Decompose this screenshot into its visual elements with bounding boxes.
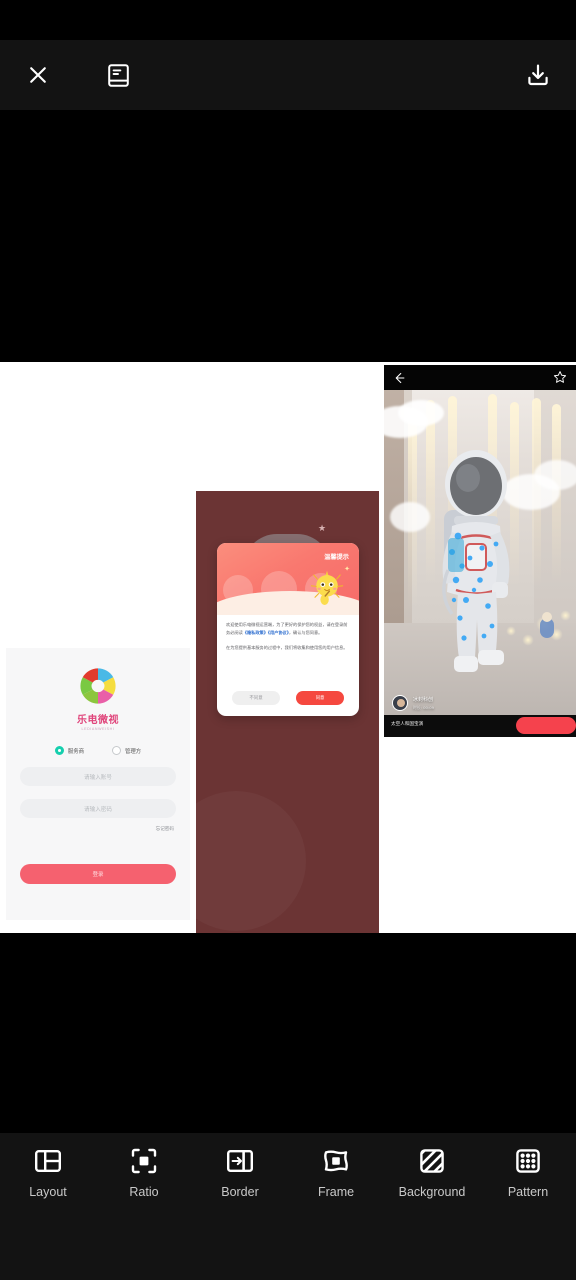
app-logo: 乐电微视 LEDIANWEISHI [6, 664, 190, 731]
mascot-character-icon [309, 567, 345, 607]
disagree-button[interactable]: 不同意 [232, 691, 280, 705]
dialog-paragraph-1: 欢迎使用乐电微视运营端，为了更好的保护您的权益，请在登录前务必阅读《隐私政策》《… [226, 621, 350, 637]
radio-label: 管理方 [125, 748, 142, 755]
download-save-icon [526, 63, 550, 87]
star-decoration-icon: ★ [318, 523, 327, 533]
dialog-body: 欢迎使用乐电微视运营端，为了更好的保护您的权益，请在登录前务必阅读《隐私政策》《… [226, 621, 350, 651]
dialog-header-illustration: 温馨提示 ✦ [217, 543, 359, 615]
video-top-bar [384, 365, 576, 390]
tool-frame[interactable]: Frame [288, 1146, 384, 1199]
video-username: 冰封科创 [413, 696, 434, 703]
back-arrow-icon[interactable] [392, 371, 406, 385]
radio-label: 服务商 [67, 748, 84, 755]
video-duration: 时长: 00:09 [413, 704, 435, 710]
collage-canvas[interactable]: 乐电微视 LEDIANWEISHI 服务商 管理方 请输入账号 请输入密码 忘记… [0, 362, 576, 933]
radio-service-provider[interactable]: 服务商 [54, 746, 84, 755]
frame-icon [321, 1146, 351, 1176]
pattern-grid-icon [513, 1146, 543, 1176]
privacy-dialog: 温馨提示 ✦ 欢迎使用乐电微视运营端，为了更好的保护您的权益，请在登录前务必阅读… [217, 543, 359, 716]
dialog-title: 温馨提示 [324, 554, 349, 561]
video-author[interactable]: 冰封科创 时长: 00:09 [392, 695, 434, 711]
ratio-crop-icon [129, 1146, 159, 1176]
save-button[interactable] [516, 53, 560, 97]
video-caption: 太空人和国宝演 [391, 722, 424, 727]
astronaut-figure [430, 440, 522, 690]
top-toolbar [0, 40, 576, 110]
collage-cell-video[interactable]: 冰封科创 时长: 00:09 太空人和国宝演 [384, 365, 576, 737]
account-type-radio-group: 服务商 管理方 [6, 746, 190, 755]
status-bar [0, 0, 576, 40]
bottom-toolbar: Layout Ratio Border Frame Background Pat… [0, 1133, 576, 1280]
dialog-text-post: ，确认与您同意。 [288, 629, 323, 635]
tool-label: Layout [29, 1185, 67, 1199]
template-button[interactable] [96, 53, 140, 97]
tool-list: Layout Ratio Border Frame Background Pat… [0, 1146, 576, 1199]
border-icon [225, 1146, 255, 1176]
account-input[interactable]: 请输入账号 [20, 767, 176, 786]
tool-pattern[interactable]: Pattern [480, 1146, 576, 1199]
dialog-paragraph-2: 在为您提供基本服务的过程中，我们将收集和使用您的用户信息。 [226, 644, 348, 650]
video-bottom-bar: 太空人和国宝演 [384, 715, 576, 737]
tool-label: Frame [317, 1185, 355, 1199]
sparkle-icon: ✦ [344, 566, 350, 573]
layout-icon [33, 1146, 63, 1176]
book-template-icon [107, 63, 129, 87]
video-frame[interactable] [384, 390, 576, 715]
dialog-actions: 不同意 同意 [217, 691, 359, 705]
logo-text-cn: 乐电微视 [77, 715, 119, 726]
user-agreement-link[interactable]: 《用户协议》 [268, 630, 289, 635]
star-icon[interactable] [553, 370, 567, 384]
avatar[interactable] [392, 695, 408, 711]
tool-label: Border [221, 1185, 259, 1199]
tool-ratio[interactable]: Ratio [96, 1146, 192, 1199]
logo-text-en: LEDIANWEISHI [81, 727, 115, 731]
collage-cell-login[interactable]: 乐电微视 LEDIANWEISHI 服务商 管理方 请输入账号 请输入密码 忘记… [6, 648, 190, 920]
tool-background[interactable]: Background [384, 1146, 480, 1199]
account-input-placeholder: 请输入账号 [84, 774, 112, 781]
close-icon [28, 65, 48, 85]
radio-dot-icon [112, 746, 121, 755]
password-input[interactable]: 请输入密码 [20, 799, 176, 818]
tool-layout[interactable]: Layout [0, 1146, 96, 1199]
radio-manager[interactable]: 管理方 [112, 746, 141, 755]
tool-label: Ratio [129, 1185, 159, 1199]
tool-label: Pattern [507, 1185, 549, 1199]
shutter-logo-icon [76, 664, 120, 708]
login-button-label: 登录 [92, 872, 104, 878]
video-cta-button[interactable] [516, 717, 576, 734]
password-input-placeholder: 请输入密码 [84, 806, 112, 813]
agree-button[interactable]: 同意 [296, 691, 344, 705]
forgot-password-link[interactable]: 忘记密码 [156, 826, 174, 832]
close-button[interactable] [16, 53, 60, 97]
radio-dot-icon [54, 746, 64, 755]
background-hatch-icon [417, 1146, 447, 1176]
collage-cell-privacy-dialog[interactable]: ★ ✦ 温馨提示 ✦ [196, 491, 379, 933]
tool-label: Background [398, 1185, 466, 1199]
background-blob [196, 791, 306, 931]
privacy-policy-link[interactable]: 《隐私政策》 [243, 630, 268, 635]
login-button[interactable]: 登录 [20, 864, 176, 884]
tool-border[interactable]: Border [192, 1146, 288, 1199]
